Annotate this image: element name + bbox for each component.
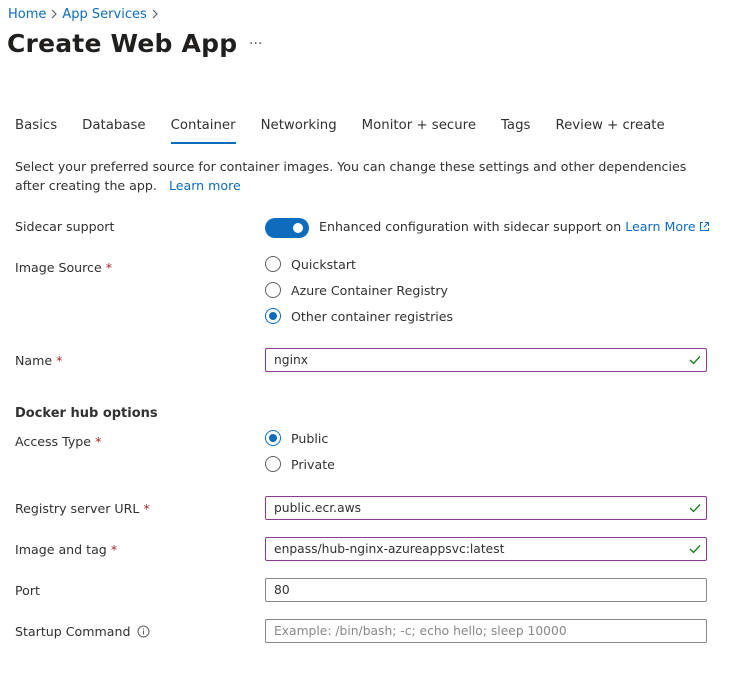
startup-command-input[interactable] [266,620,674,642]
port-label: Port [15,583,40,598]
checkmark-icon [689,502,701,517]
breadcrumb-app-services[interactable]: App Services [62,7,146,22]
breadcrumb-home[interactable]: Home [8,7,46,22]
name-label: Name * [15,353,63,368]
name-field[interactable] [265,348,707,372]
registry-url-label: Registry server URL * [15,501,150,516]
intro-text: Select your preferred source for contain… [15,157,715,195]
tab-basics[interactable]: Basics [15,118,57,144]
tab-tags[interactable]: Tags [501,118,530,144]
radio-button[interactable] [265,456,281,472]
radio-private[interactable]: Private [265,456,335,472]
radio-button-selected[interactable] [265,308,281,324]
access-type-label: Access Type * [15,434,102,449]
intro-description: Select your preferred source for contain… [15,159,687,193]
registry-url-field[interactable] [265,496,707,520]
radio-azure-container-registry[interactable]: Azure Container Registry [265,282,448,298]
checkmark-icon [689,354,701,369]
radio-button-selected[interactable] [265,430,281,446]
image-source-label: Image Source * [15,260,113,275]
more-options-button[interactable]: ··· [249,36,262,52]
chevron-right-icon [147,8,163,22]
radio-quickstart[interactable]: Quickstart [265,256,356,272]
checkmark-icon [689,543,701,558]
learn-more-link[interactable]: Learn more [169,178,241,193]
startup-command-field[interactable] [265,619,707,643]
sidecar-learn-more-link[interactable]: Learn More [625,219,709,234]
tab-container[interactable]: Container [170,118,236,144]
sidecar-toggle[interactable] [265,218,309,238]
port-input[interactable] [266,579,674,601]
image-tag-input[interactable] [266,538,674,560]
sidecar-label: Sidecar support [15,219,115,234]
tab-bar: Basics Database Container Networking Mon… [15,118,690,146]
radio-other-container-registries[interactable]: Other container registries [265,308,453,324]
image-tag-label: Image and tag * [15,542,118,557]
breadcrumb: Home App Services [8,7,163,22]
docker-hub-section-title: Docker hub options [15,406,158,421]
tab-review-create[interactable]: Review + create [555,118,664,144]
tab-monitor-secure[interactable]: Monitor + secure [362,118,476,144]
chevron-right-icon [46,8,62,22]
page-title: Create Web App [7,29,238,58]
registry-url-input[interactable] [266,497,674,519]
radio-public[interactable]: Public [265,430,328,446]
startup-command-label: Startup Command [15,624,150,641]
image-tag-field[interactable] [265,537,707,561]
radio-button[interactable] [265,282,281,298]
info-icon[interactable] [137,625,150,641]
external-link-icon [699,220,710,235]
name-input[interactable] [266,349,674,371]
radio-button[interactable] [265,256,281,272]
tab-database[interactable]: Database [82,118,145,144]
port-field[interactable] [265,578,707,602]
tab-networking[interactable]: Networking [261,118,337,144]
sidecar-description: Enhanced configuration with sidecar supp… [319,219,710,235]
